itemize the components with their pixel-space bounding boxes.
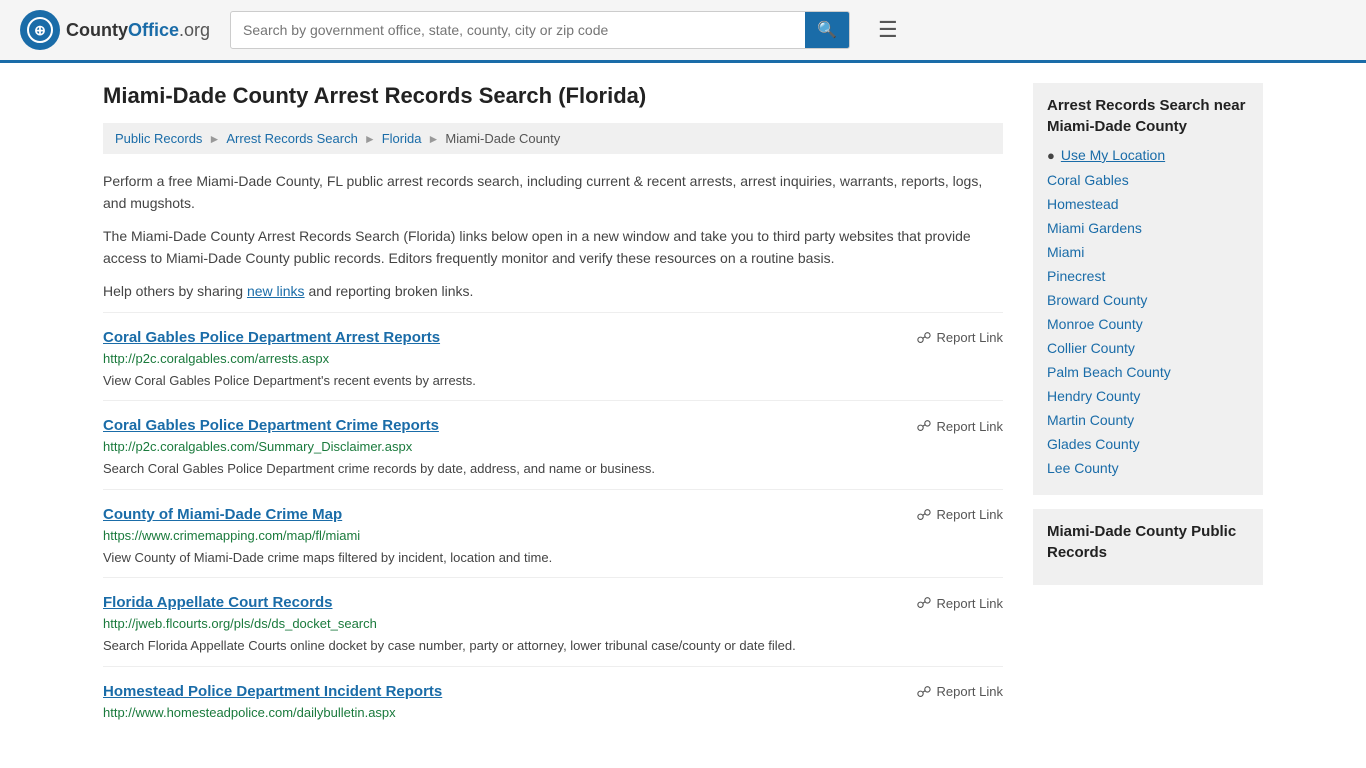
sidebar-links-container: Coral Gables Homestead Miami Gardens Miami P… bbox=[1047, 171, 1249, 477]
report-link-button[interactable]: ☍ Report Link bbox=[916, 329, 1003, 347]
result-description: Search Florida Appellate Courts online d… bbox=[103, 636, 1003, 656]
results-container: Coral Gables Police Department Arrest Re… bbox=[103, 312, 1003, 735]
report-link-button[interactable]: ☍ Report Link bbox=[916, 506, 1003, 524]
new-links-link[interactable]: new links bbox=[247, 283, 305, 299]
report-link-label: Report Link bbox=[937, 419, 1003, 434]
page-wrap: Miami-Dade County Arrest Records Search … bbox=[83, 63, 1283, 755]
sidebar-link-miami[interactable]: Miami bbox=[1047, 243, 1249, 261]
result-item: Florida Appellate Court Records ☍ Report… bbox=[103, 577, 1003, 666]
result-description: View Coral Gables Police Department's re… bbox=[103, 371, 1003, 391]
search-icon: 🔍 bbox=[817, 22, 837, 39]
result-title[interactable]: County of Miami-Dade Crime Map bbox=[103, 506, 342, 523]
sidebar-link-palm-beach-county[interactable]: Palm Beach County bbox=[1047, 363, 1249, 381]
sidebar-public-records-title: Miami-Dade County Public Records bbox=[1047, 521, 1249, 563]
report-link-button[interactable]: ☍ Report Link bbox=[916, 417, 1003, 435]
result-url[interactable]: http://www.homesteadpolice.com/dailybull… bbox=[103, 705, 1003, 720]
report-link-label: Report Link bbox=[937, 596, 1003, 611]
broken-link-icon: ☍ bbox=[916, 506, 931, 524]
sidebar-public-records-section: Miami-Dade County Public Records bbox=[1033, 509, 1263, 585]
site-header: ⊕ CountyOffice.org 🔍 ☰ bbox=[0, 0, 1366, 63]
main-content: Miami-Dade County Arrest Records Search … bbox=[103, 83, 1003, 735]
result-description: Search Coral Gables Police Department cr… bbox=[103, 459, 1003, 479]
search-bar: 🔍 bbox=[230, 11, 850, 49]
result-header: County of Miami-Dade Crime Map ☍ Report … bbox=[103, 506, 1003, 524]
broken-link-icon: ☍ bbox=[916, 329, 931, 347]
result-url[interactable]: http://p2c.coralgables.com/Summary_Discl… bbox=[103, 439, 1003, 454]
result-header: Homestead Police Department Incident Rep… bbox=[103, 683, 1003, 701]
breadcrumb-arrest-records[interactable]: Arrest Records Search bbox=[226, 131, 358, 146]
report-link-button[interactable]: ☍ Report Link bbox=[916, 683, 1003, 701]
broken-link-icon: ☍ bbox=[916, 683, 931, 701]
sidebar-link-collier-county[interactable]: Collier County bbox=[1047, 339, 1249, 357]
sidebar-link-pinecrest[interactable]: Pinecrest bbox=[1047, 267, 1249, 285]
sidebar-link-lee-county[interactable]: Lee County bbox=[1047, 459, 1249, 477]
search-button[interactable]: 🔍 bbox=[805, 12, 849, 48]
sidebar-nearby-section: Arrest Records Search near Miami-Dade Co… bbox=[1033, 83, 1263, 495]
breadcrumb-current: Miami-Dade County bbox=[445, 131, 560, 146]
sidebar-link-glades-county[interactable]: Glades County bbox=[1047, 435, 1249, 453]
search-input[interactable] bbox=[231, 14, 805, 46]
use-my-location-row: ● Use My Location bbox=[1047, 147, 1249, 163]
broken-link-icon: ☍ bbox=[916, 594, 931, 612]
sidebar-link-martin-county[interactable]: Martin County bbox=[1047, 411, 1249, 429]
broken-link-icon: ☍ bbox=[916, 417, 931, 435]
page-title: Miami-Dade County Arrest Records Search … bbox=[103, 83, 1003, 109]
location-icon: ● bbox=[1047, 148, 1055, 163]
result-item: County of Miami-Dade Crime Map ☍ Report … bbox=[103, 489, 1003, 578]
use-my-location-link[interactable]: Use My Location bbox=[1061, 147, 1165, 163]
result-header: Coral Gables Police Department Crime Rep… bbox=[103, 417, 1003, 435]
description-2: The Miami-Dade County Arrest Records Sea… bbox=[103, 225, 1003, 270]
report-link-label: Report Link bbox=[937, 330, 1003, 345]
sidebar-link-coral-gables[interactable]: Coral Gables bbox=[1047, 171, 1249, 189]
result-header: Coral Gables Police Department Arrest Re… bbox=[103, 329, 1003, 347]
breadcrumb: Public Records ► Arrest Records Search ►… bbox=[103, 123, 1003, 154]
result-title[interactable]: Coral Gables Police Department Crime Rep… bbox=[103, 417, 439, 434]
sidebar-link-hendry-county[interactable]: Hendry County bbox=[1047, 387, 1249, 405]
result-item: Coral Gables Police Department Crime Rep… bbox=[103, 400, 1003, 489]
report-link-label: Report Link bbox=[937, 507, 1003, 522]
sidebar-link-miami-gardens[interactable]: Miami Gardens bbox=[1047, 219, 1249, 237]
sidebar-link-broward-county[interactable]: Broward County bbox=[1047, 291, 1249, 309]
result-header: Florida Appellate Court Records ☍ Report… bbox=[103, 594, 1003, 612]
result-url[interactable]: https://www.crimemapping.com/map/fl/miam… bbox=[103, 528, 1003, 543]
result-item: Coral Gables Police Department Arrest Re… bbox=[103, 312, 1003, 401]
result-url[interactable]: http://p2c.coralgables.com/arrests.aspx bbox=[103, 351, 1003, 366]
breadcrumb-public-records[interactable]: Public Records bbox=[115, 131, 202, 146]
result-url[interactable]: http://jweb.flcourts.org/pls/ds/ds_docke… bbox=[103, 616, 1003, 631]
logo-text: CountyOffice.org bbox=[66, 20, 210, 41]
description-1: Perform a free Miami-Dade County, FL pub… bbox=[103, 170, 1003, 215]
report-link-label: Report Link bbox=[937, 684, 1003, 699]
sidebar: Arrest Records Search near Miami-Dade Co… bbox=[1033, 83, 1263, 735]
result-title[interactable]: Florida Appellate Court Records bbox=[103, 594, 332, 611]
result-title[interactable]: Coral Gables Police Department Arrest Re… bbox=[103, 329, 440, 346]
result-title[interactable]: Homestead Police Department Incident Rep… bbox=[103, 683, 442, 700]
sidebar-link-homestead[interactable]: Homestead bbox=[1047, 195, 1249, 213]
logo-icon: ⊕ bbox=[20, 10, 60, 50]
svg-text:⊕: ⊕ bbox=[34, 22, 46, 38]
description-3: Help others by sharing new links and rep… bbox=[103, 280, 1003, 302]
sidebar-nearby-title: Arrest Records Search near Miami-Dade Co… bbox=[1047, 95, 1249, 137]
report-link-button[interactable]: ☍ Report Link bbox=[916, 594, 1003, 612]
breadcrumb-florida[interactable]: Florida bbox=[382, 131, 422, 146]
menu-icon[interactable]: ☰ bbox=[878, 17, 898, 43]
logo-link[interactable]: ⊕ CountyOffice.org bbox=[20, 10, 210, 50]
sidebar-link-monroe-county[interactable]: Monroe County bbox=[1047, 315, 1249, 333]
result-description: View County of Miami-Dade crime maps fil… bbox=[103, 548, 1003, 568]
result-item: Homestead Police Department Incident Rep… bbox=[103, 666, 1003, 735]
